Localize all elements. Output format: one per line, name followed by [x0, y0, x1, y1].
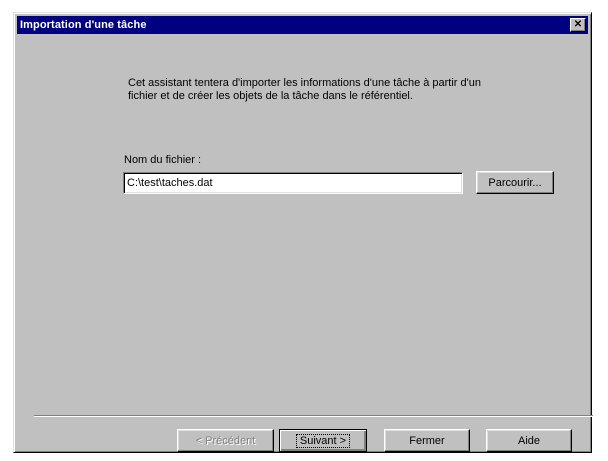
browse-button[interactable]: Parcourir...	[476, 171, 554, 194]
import-task-dialog: Importation d'une tâche ✕ Cet assistant …	[13, 12, 593, 453]
previous-button[interactable]: < Précédent	[177, 429, 274, 452]
close-icon[interactable]: ✕	[570, 18, 586, 32]
intro-text: Cet assistant tentera d'importer les inf…	[128, 77, 568, 103]
file-name-input[interactable]	[123, 172, 463, 194]
help-button[interactable]: Aide	[486, 429, 572, 452]
close-button[interactable]: Fermer	[384, 429, 470, 452]
next-button[interactable]: Suivant >	[279, 429, 367, 452]
intro-line-1: Cet assistant tentera d'importer les inf…	[128, 77, 481, 89]
next-button-label: Suivant >	[295, 433, 351, 448]
dialog-title: Importation d'une tâche	[20, 19, 147, 31]
intro-line-2: fichier et de créer les objets de la tâc…	[128, 90, 413, 102]
file-name-label: Nom du fichier :	[124, 154, 202, 166]
title-bar[interactable]: Importation d'une tâche ✕	[17, 16, 588, 34]
separator	[34, 415, 593, 417]
